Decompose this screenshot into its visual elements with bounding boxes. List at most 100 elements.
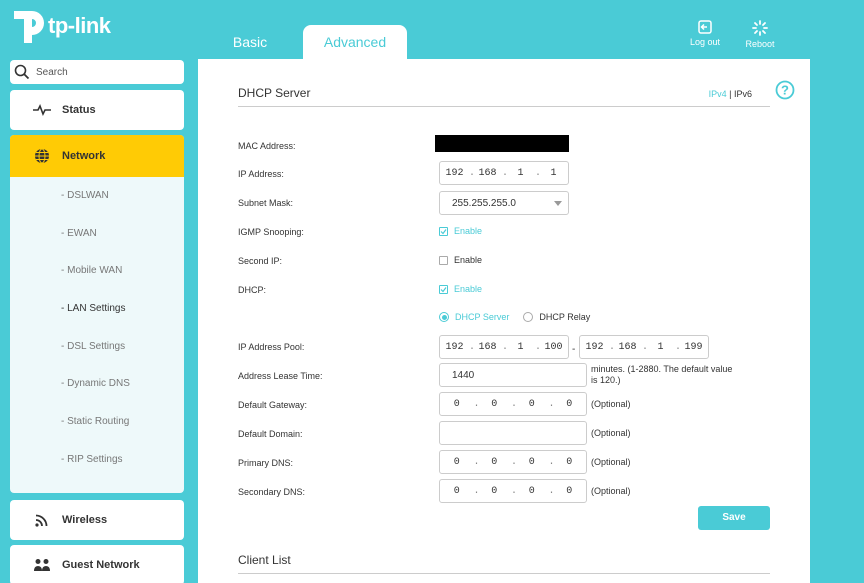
ip-octet[interactable]: 0 <box>515 457 549 468</box>
ip-version-switch: IPv4 | IPv6 <box>709 89 752 99</box>
sidebar-group-network: Network - DSLWAN - EWAN - Mobile WAN - L… <box>10 135 184 493</box>
sidebar-item-network[interactable]: Network <box>10 135 184 177</box>
chevron-down-icon <box>554 200 562 206</box>
ip-octet[interactable]: 0 <box>553 457 587 468</box>
lease-time-value: 1440 <box>452 369 475 381</box>
help-button[interactable]: ? <box>775 80 795 103</box>
mac-address-redacted <box>435 135 569 152</box>
ip-address-field[interactable]: 192. 168. 1. 1 <box>439 161 569 185</box>
secondary-dns-field[interactable]: 0. 0. 0. 0 <box>439 479 587 503</box>
dhcp-server-radio[interactable] <box>439 312 449 322</box>
lease-time-input[interactable]: 1440 <box>439 363 587 387</box>
ip-octet[interactable]: 0 <box>553 399 587 410</box>
client-list-title: Client List <box>238 553 291 567</box>
ip-octet[interactable]: 1 <box>646 342 675 353</box>
sidebar-subitem-dslwan[interactable]: - DSLWAN <box>10 177 184 215</box>
ipv4-link[interactable]: IPv4 <box>709 89 727 99</box>
search-placeholder: Search <box>36 66 68 78</box>
sidebar-subitem-ewan[interactable]: - EWAN <box>10 215 184 253</box>
save-button[interactable]: Save <box>698 506 770 530</box>
ip-octet[interactable]: 0 <box>553 486 587 497</box>
lease-time-hint-line1: minutes. (1-2880. The default value <box>591 364 733 374</box>
ip-octet[interactable]: 1 <box>539 168 568 179</box>
reboot-label: Reboot <box>745 39 775 49</box>
ip-octet[interactable]: 0 <box>440 486 474 497</box>
section-divider <box>238 106 770 107</box>
second-ip-label: Second IP: <box>238 256 283 266</box>
dhcp-relay-radio[interactable] <box>523 312 534 322</box>
subnet-mask-select[interactable]: 255.255.255.0 <box>439 191 569 215</box>
logout-label: Log out <box>689 37 721 47</box>
dhcp-label: DHCP: <box>238 285 267 295</box>
ip-octet[interactable]: 1 <box>506 342 535 353</box>
sidebar-subitem-dynamic-dns[interactable]: - Dynamic DNS <box>10 365 184 403</box>
tp-link-logo: tp-link <box>10 4 120 48</box>
ip-pool-start-field[interactable]: 192. 168. 1. 100 <box>439 335 569 359</box>
search-input[interactable]: Search <box>10 60 184 84</box>
ip-octet[interactable]: 0 <box>515 486 549 497</box>
section-divider <box>238 573 770 574</box>
ip-octet[interactable]: 168 <box>473 342 502 353</box>
pool-range-dash: - <box>572 344 576 355</box>
brand-name: tp-link <box>48 13 111 38</box>
ip-octet[interactable]: 192 <box>580 342 609 353</box>
sidebar-item-label: Network <box>62 150 106 162</box>
dhcp-relay-label[interactable]: DHCP Relay <box>539 312 590 322</box>
enable-label: Enable <box>454 255 483 265</box>
checkmark-icon <box>439 284 448 294</box>
ip-octet[interactable]: 0 <box>440 399 474 410</box>
ip-octet[interactable]: 199 <box>679 342 708 353</box>
second-ip-checkbox[interactable]: Enable <box>439 255 482 265</box>
dhcp-checkbox[interactable]: Enable <box>439 284 482 294</box>
sidebar-item-wireless[interactable]: Wireless <box>10 500 184 540</box>
sidebar-subitem-lan-settings[interactable]: - LAN Settings <box>10 290 184 328</box>
sidebar-subitem-mobile-wan[interactable]: - Mobile WAN <box>10 252 184 290</box>
subnet-mask-value: 255.255.255.0 <box>452 197 516 209</box>
reboot-icon <box>752 20 768 36</box>
ipv6-link[interactable]: IPv6 <box>734 89 752 99</box>
ip-octet[interactable]: 192 <box>440 342 469 353</box>
sidebar-subitem-static-routing[interactable]: - Static Routing <box>10 403 184 441</box>
optional-hint: (Optional) <box>591 399 631 409</box>
sidebar-item-status[interactable]: Status <box>10 90 184 130</box>
checkbox-empty-icon <box>439 255 448 265</box>
main-panel: DHCP Server IPv4 | IPv6 ? MAC Address: I… <box>198 59 810 583</box>
sidebar-item-label: Wireless <box>62 514 108 526</box>
ip-octet[interactable]: 0 <box>515 399 549 410</box>
default-gateway-field[interactable]: 0. 0. 0. 0 <box>439 392 587 416</box>
ip-octet[interactable]: 100 <box>539 342 568 353</box>
primary-dns-field[interactable]: 0. 0. 0. 0 <box>439 450 587 474</box>
ip-octet[interactable]: 168 <box>613 342 642 353</box>
svg-text:?: ? <box>781 83 789 98</box>
ip-octet[interactable]: 0 <box>478 486 512 497</box>
sidebar-item-guest-network[interactable]: Guest Network <box>10 545 184 583</box>
optional-hint: (Optional) <box>591 428 631 438</box>
sidebar-item-label: Status <box>62 104 96 116</box>
section-title: DHCP Server <box>238 86 311 100</box>
reboot-button[interactable]: Reboot <box>735 20 785 49</box>
ip-version-separator: | <box>729 89 732 99</box>
igmp-snooping-checkbox[interactable]: Enable <box>439 226 482 236</box>
tab-basic[interactable]: Basic <box>210 25 290 59</box>
lease-time-label: Address Lease Time: <box>238 371 323 381</box>
wireless-icon <box>32 510 52 530</box>
ip-octet[interactable]: 0 <box>478 399 512 410</box>
ip-octet[interactable]: 0 <box>478 457 512 468</box>
pulse-icon <box>32 100 52 120</box>
ip-octet[interactable]: 1 <box>506 168 535 179</box>
sidebar-item-label: Guest Network <box>62 559 140 571</box>
sidebar-subitem-dsl-settings[interactable]: - DSL Settings <box>10 328 184 366</box>
ip-octet[interactable]: 192 <box>440 168 469 179</box>
ip-pool-end-field[interactable]: 192. 168. 1. 199 <box>579 335 709 359</box>
lease-time-hint-line2: is 120.) <box>591 375 621 385</box>
ip-octet[interactable]: 168 <box>473 168 502 179</box>
sidebar-subitem-rip-settings[interactable]: - RIP Settings <box>10 441 184 479</box>
ip-octet[interactable]: 0 <box>440 457 474 468</box>
tab-advanced[interactable]: Advanced <box>303 25 407 59</box>
enable-label: Enable <box>454 284 483 294</box>
logout-button[interactable]: Log out <box>680 20 730 47</box>
optional-hint: (Optional) <box>591 457 631 467</box>
help-icon: ? <box>775 80 795 100</box>
default-domain-input[interactable] <box>439 421 587 445</box>
dhcp-server-label[interactable]: DHCP Server <box>455 312 509 322</box>
